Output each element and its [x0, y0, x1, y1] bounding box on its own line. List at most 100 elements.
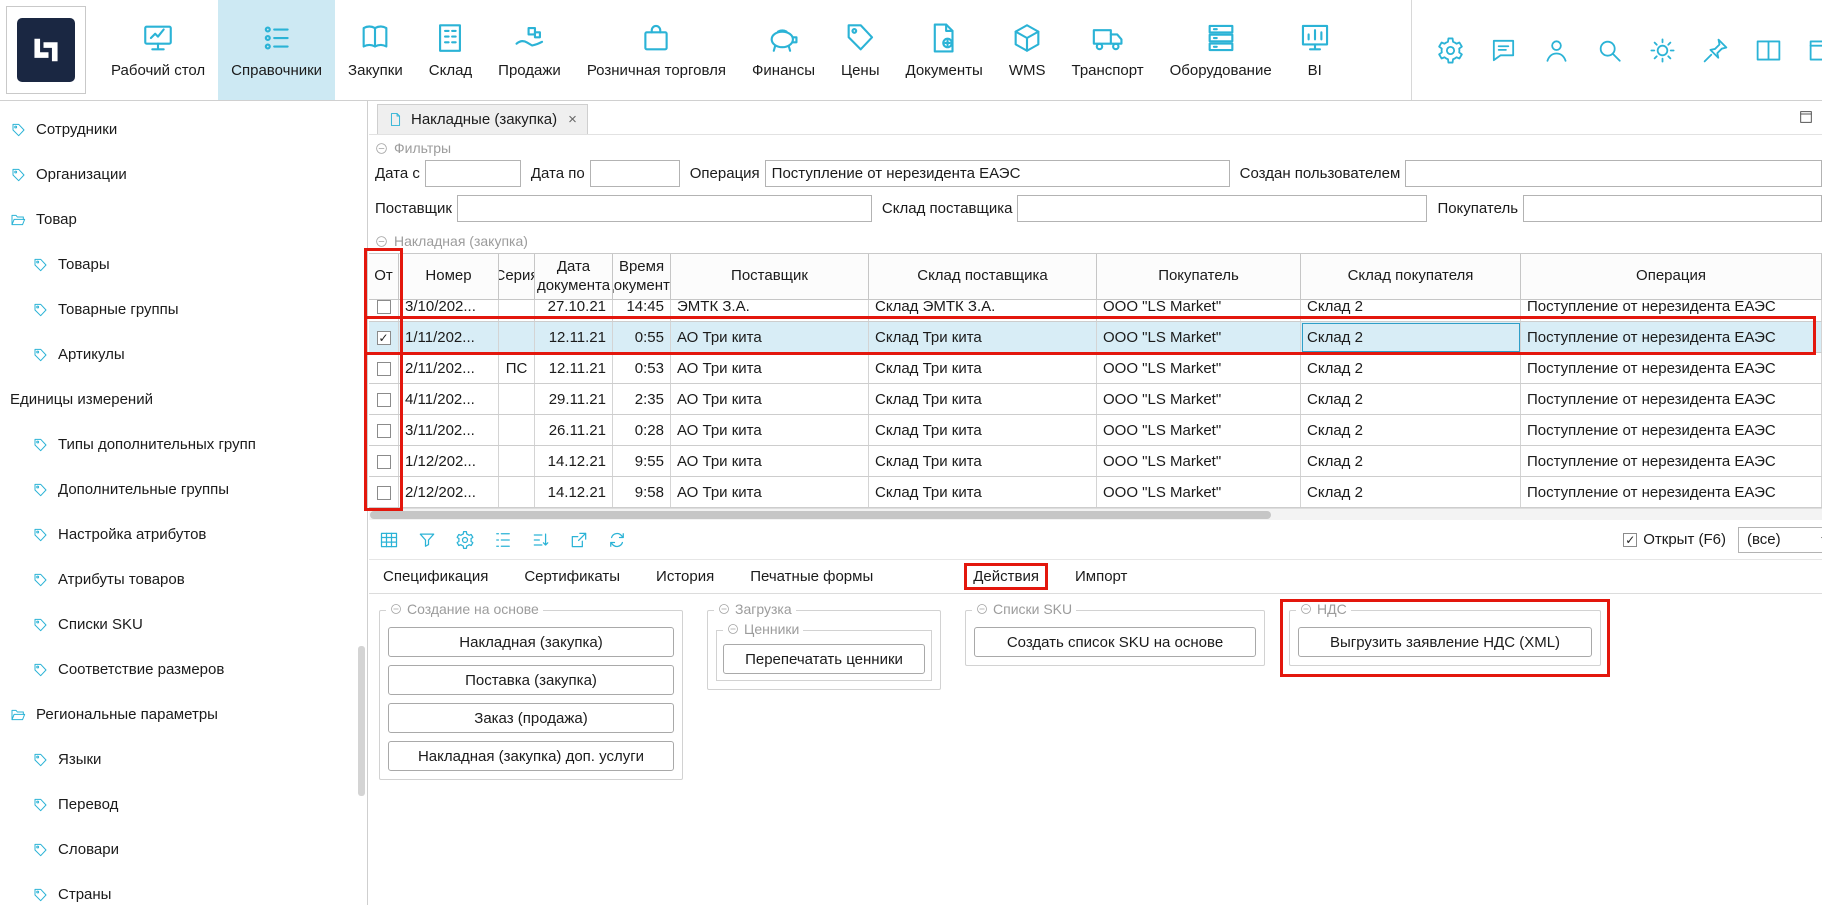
cell-buyer[interactable]: ООО "LS Market" — [1097, 446, 1301, 477]
sidebar-item[interactable]: Атрибуты товаров — [0, 557, 367, 602]
filter-input[interactable] — [590, 160, 680, 187]
gear-icon[interactable] — [455, 530, 475, 550]
sidebar-item[interactable]: Дополнительные группы — [0, 467, 367, 512]
export-vat-xml-button[interactable]: Выгрузить заявление НДС (XML) — [1298, 627, 1592, 657]
checkbox-cell[interactable] — [369, 322, 399, 353]
collapse-icon[interactable] — [1300, 603, 1312, 615]
cell-time[interactable]: 2:35 — [613, 384, 671, 415]
checkbox-cell[interactable] — [369, 415, 399, 446]
cell-date[interactable]: 14.12.21 — [535, 446, 613, 477]
cell-number[interactable]: 3/10/202... — [399, 300, 499, 322]
create-from-button[interactable]: Накладная (закупка) доп. услуги — [388, 741, 674, 771]
cell-buyer[interactable]: ООО "LS Market" — [1097, 300, 1301, 322]
reprint-price-tags-button[interactable]: Перепечатать ценники — [723, 644, 925, 674]
cell-buyer[interactable]: ООО "LS Market" — [1097, 477, 1301, 508]
row-checkbox[interactable] — [377, 455, 391, 469]
brightness-icon[interactable] — [1648, 36, 1677, 65]
cell-supplier[interactable]: АО Три кита — [671, 384, 869, 415]
scrollbar-thumb[interactable] — [370, 511, 1271, 519]
row-checkbox[interactable] — [377, 486, 391, 500]
cell-operation[interactable]: Поступление от нерезидента ЕАЭС — [1521, 322, 1822, 353]
column-header[interactable]: Серия — [499, 254, 535, 299]
filter-input[interactable] — [425, 160, 521, 187]
cell-time[interactable]: 0:55 — [613, 322, 671, 353]
app-logo[interactable] — [6, 6, 86, 94]
cell-number[interactable]: 1/11/202... — [399, 322, 499, 353]
sidebar-item[interactable]: Товарные группы — [0, 287, 367, 332]
cell-buyer[interactable]: ООО "LS Market" — [1097, 353, 1301, 384]
table-row[interactable]: 1/12/202...14.12.219:55АО Три китаСклад … — [369, 446, 1822, 477]
cell-supplier[interactable]: АО Три кита — [671, 446, 869, 477]
table-icon[interactable] — [379, 530, 399, 550]
row-checkbox[interactable] — [377, 331, 391, 345]
cell-buyer[interactable]: ООО "LS Market" — [1097, 322, 1301, 353]
checkbox-cell[interactable] — [369, 384, 399, 415]
checkbox-cell[interactable] — [369, 477, 399, 508]
numbered-list-icon[interactable] — [493, 530, 513, 550]
checkbox-cell[interactable] — [369, 300, 399, 322]
cell-series[interactable] — [499, 300, 535, 322]
sidebar-item[interactable]: Перевод — [0, 782, 367, 827]
cell-supplier[interactable]: АО Три кита — [671, 322, 869, 353]
filter-input[interactable] — [1405, 160, 1822, 187]
cell-number[interactable]: 3/11/202... — [399, 415, 499, 446]
module-sales[interactable]: Продажи — [485, 0, 574, 100]
cell-operation[interactable]: Поступление от нерезидента ЕАЭС — [1521, 300, 1822, 322]
column-header[interactable]: От — [369, 254, 399, 299]
collapse-icon[interactable] — [976, 603, 988, 615]
cell-series[interactable] — [499, 384, 535, 415]
sort-list-icon[interactable] — [531, 530, 551, 550]
sidebar-item[interactable]: Типы дополнительных групп — [0, 422, 367, 467]
cell-number[interactable]: 2/12/202... — [399, 477, 499, 508]
table-row[interactable]: 3/10/202... 27.10.2114:45ЭМТК З.А.Склад Э… — [369, 300, 1822, 322]
filters-group-label[interactable]: Фильтры — [375, 138, 1822, 158]
split-view-icon[interactable] — [1754, 36, 1783, 65]
sidebar-item[interactable]: Соответствие размеров — [0, 647, 367, 692]
tab-invoices-purchase[interactable]: Накладные (закупка) × — [377, 104, 588, 134]
checkbox-icon[interactable] — [1623, 533, 1637, 547]
cell-time[interactable]: 14:45 — [613, 300, 671, 322]
row-checkbox[interactable] — [377, 300, 391, 314]
cell-operation[interactable]: Поступление от нерезидента ЕАЭС — [1521, 415, 1822, 446]
detail-tab[interactable]: Спецификация — [383, 568, 488, 585]
column-header[interactable]: Дата документа — [535, 254, 613, 299]
sidebar-item[interactable]: Артикулы — [0, 332, 367, 377]
cell-number[interactable]: 4/11/202... — [399, 384, 499, 415]
checkbox-cell[interactable] — [369, 446, 399, 477]
cell-supplier[interactable]: ЭМТК З.А. — [671, 300, 869, 322]
detail-tab[interactable]: История — [656, 568, 714, 585]
cell-date[interactable]: 27.10.21 — [535, 300, 613, 322]
module-warehouse[interactable]: Склад — [416, 0, 485, 100]
filter-input[interactable] — [1523, 195, 1822, 222]
scope-dropdown[interactable]: (все) — [1738, 527, 1822, 553]
cell-number[interactable]: 2/11/202... — [399, 353, 499, 384]
table-row[interactable]: 1/11/202...12.11.210:55АО Три китаСклад … — [369, 322, 1822, 353]
close-icon[interactable]: × — [568, 111, 577, 128]
user-icon[interactable] — [1542, 36, 1571, 65]
table-row[interactable]: 2/11/202...ПС12.11.210:53АО Три китаСкла… — [369, 353, 1822, 384]
module-documents[interactable]: Документы — [893, 0, 996, 100]
checkbox-cell[interactable] — [369, 353, 399, 384]
detail-tab[interactable]: Печатные формы — [750, 568, 873, 585]
sidebar-item[interactable]: Языки — [0, 737, 367, 782]
module-bi[interactable]: BI — [1285, 0, 1345, 100]
cell-supplier_warehouse[interactable]: Склад ЭМТК З.А. — [869, 300, 1097, 322]
cell-supplier_warehouse[interactable]: Склад Три кита — [869, 415, 1097, 446]
cell-date[interactable]: 29.11.21 — [535, 384, 613, 415]
cell-operation[interactable]: Поступление от нерезидента ЕАЭС — [1521, 384, 1822, 415]
cell-supplier_warehouse[interactable]: Склад Три кита — [869, 322, 1097, 353]
sidebar-item[interactable]: Организации — [0, 152, 367, 197]
cell-buyer_warehouse[interactable]: Склад 2 — [1301, 384, 1521, 415]
sidebar-item[interactable]: Сотрудники — [0, 107, 367, 152]
module-price-tag[interactable]: Цены — [828, 0, 893, 100]
detail-tab[interactable]: Сертификаты — [524, 568, 620, 585]
cell-operation[interactable]: Поступление от нерезидента ЕАЭС — [1521, 353, 1822, 384]
row-checkbox[interactable] — [377, 424, 391, 438]
module-desktop[interactable]: Рабочий стол — [98, 0, 218, 100]
horizontal-scrollbar[interactable] — [369, 508, 1822, 520]
window-icon[interactable] — [1807, 36, 1822, 65]
sidebar-item[interactable]: Страны — [0, 872, 367, 905]
open-filter-checkbox[interactable]: Открыт (F6) — [1623, 531, 1726, 548]
sidebar-item[interactable]: Словари — [0, 827, 367, 872]
cell-operation[interactable]: Поступление от нерезидента ЕАЭС — [1521, 446, 1822, 477]
